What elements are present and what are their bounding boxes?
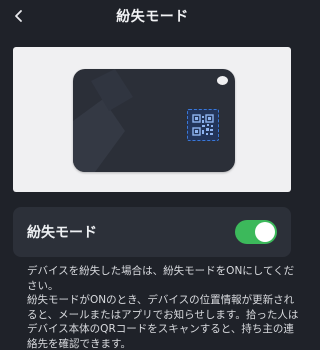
header-bar: 紛失モード	[0, 0, 305, 32]
qr-code-icon	[192, 114, 214, 136]
lost-mode-toggle[interactable]	[235, 220, 277, 244]
description-line-2: 紛失モードがONのとき、デバイスの位置情報が更新されると、メールまたはアプリでお…	[27, 294, 299, 350]
device-preview-card	[13, 47, 291, 192]
lost-mode-label: 紛失モード	[27, 225, 97, 241]
lost-mode-row: 紛失モード	[13, 207, 291, 257]
toggle-knob	[255, 222, 275, 242]
tag-hole	[217, 76, 228, 85]
chevron-left-icon	[15, 10, 22, 22]
qr-code-frame	[187, 109, 219, 141]
page-title: 紛失モード	[116, 9, 189, 25]
back-button[interactable]	[6, 3, 32, 29]
description-line-1: デバイスを紛失した場合は、紛失モードをONにしてください。	[27, 265, 295, 292]
tag-device-icon	[73, 69, 235, 172]
lost-mode-description: デバイスを紛失した場合は、紛失モードをONにしてください。 紛失モードがONのと…	[27, 264, 301, 350]
